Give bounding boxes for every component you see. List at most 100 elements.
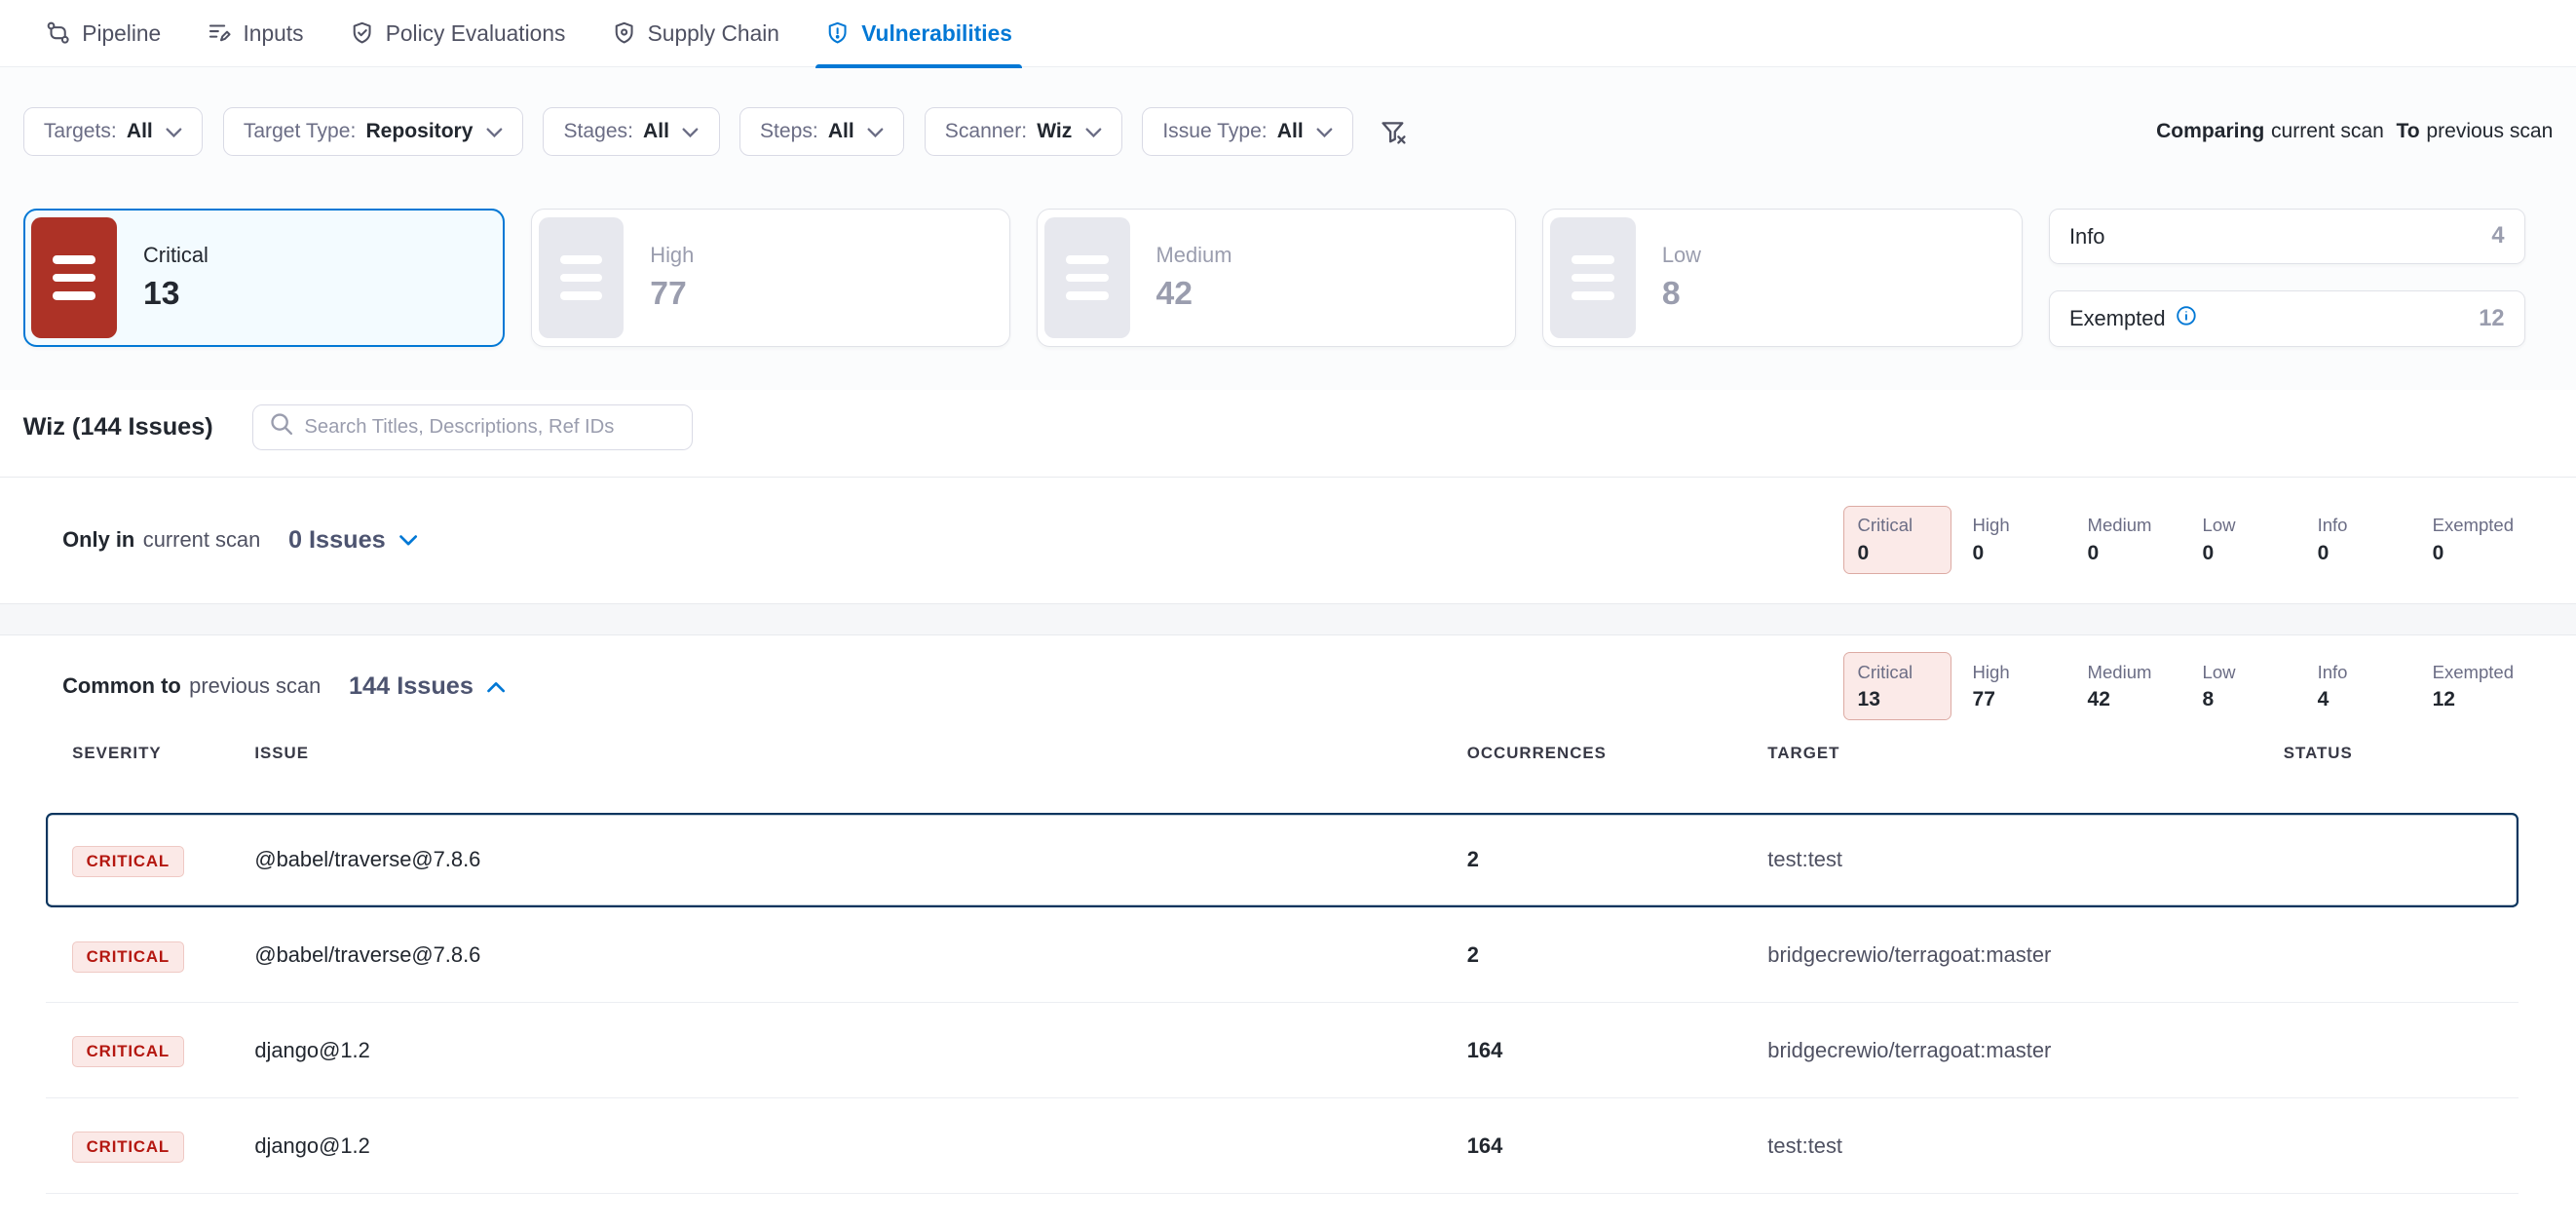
group-prefix: Common to bbox=[62, 673, 181, 699]
tab-bar: Pipeline Inputs Policy Evaluations Suppl… bbox=[0, 0, 2576, 67]
chevron-up-icon bbox=[486, 673, 506, 699]
group-rest: previous scan bbox=[189, 673, 321, 699]
side-cards: Info 4 Exempted 12 bbox=[2049, 209, 2525, 347]
chip-critical: Critical 13 bbox=[1843, 652, 1951, 720]
tab-vulnerabilities[interactable]: Vulnerabilities bbox=[803, 0, 1036, 66]
severity-card-label: Critical bbox=[143, 243, 208, 268]
severity-card-medium[interactable]: Medium 42 bbox=[1037, 209, 1516, 347]
section-title: Wiz (144 Issues) bbox=[23, 413, 213, 441]
chip-high: High 0 bbox=[1958, 506, 2066, 574]
filter-row: Targets: All Target Type: Repository Sta… bbox=[0, 107, 2576, 157]
scan-comparison-area: Only in current scan 0 Issues Critical 0… bbox=[0, 477, 2576, 1228]
exempted-card-count: 12 bbox=[2479, 306, 2504, 332]
occurrences-cell: 2 bbox=[1467, 942, 1768, 968]
search-box bbox=[252, 404, 693, 450]
stages-filter[interactable]: Stages: All bbox=[543, 107, 719, 157]
group-rest: current scan bbox=[143, 527, 261, 553]
inputs-icon bbox=[207, 20, 231, 45]
tab-label: Supply Chain bbox=[648, 20, 779, 47]
severity-cards-row: Critical 13 High 77 Medium 42 bbox=[0, 209, 2576, 389]
target-cell: bridgecrewio/terragoat:master bbox=[1767, 1038, 2283, 1063]
chevron-down-icon bbox=[163, 120, 182, 143]
severity-card-label: Medium bbox=[1156, 243, 1232, 268]
chip-exempted: Exempted 0 bbox=[2418, 506, 2526, 574]
severity-badge: CRITICAL bbox=[72, 1132, 183, 1163]
tab-supply-chain[interactable]: Supply Chain bbox=[588, 0, 803, 66]
col-severity: SEVERITY bbox=[72, 744, 254, 763]
chevron-down-icon bbox=[398, 527, 418, 553]
severity-card-low[interactable]: Low 8 bbox=[1542, 209, 2022, 347]
medium-list-icon bbox=[1044, 217, 1130, 339]
table-header-row: SEVERITY ISSUE OCCURRENCES TARGET STATUS bbox=[46, 737, 2519, 792]
col-target: TARGET bbox=[1767, 744, 2283, 763]
group-prefix: Only in bbox=[62, 527, 134, 553]
supply-chain-icon bbox=[612, 20, 636, 45]
severity-card-high[interactable]: High 77 bbox=[531, 209, 1010, 347]
table-body: CRITICAL @babel/traverse@7.8.6 2 test:te… bbox=[46, 813, 2519, 1194]
policy-evaluations-icon bbox=[350, 20, 374, 45]
search-icon bbox=[270, 412, 293, 442]
info-card[interactable]: Info 4 bbox=[2049, 209, 2525, 264]
info-icon bbox=[2176, 305, 2197, 332]
exempted-card[interactable]: Exempted 12 bbox=[2049, 290, 2525, 346]
issue-cell: django@1.2 bbox=[254, 1038, 1466, 1063]
comparing-text: Comparingcurrent scan Toprevious scan bbox=[2156, 120, 2553, 143]
table-row[interactable]: CRITICAL django@1.2 164 test:test bbox=[46, 1098, 2519, 1194]
severity-chips: Critical 13 High 77 Medium 42 Low 8 bbox=[1843, 652, 2526, 720]
target-cell: test:test bbox=[1767, 847, 2283, 872]
severity-badge: CRITICAL bbox=[72, 846, 183, 877]
target-cell: test:test bbox=[1767, 1133, 2283, 1159]
issues-table: SEVERITY ISSUE OCCURRENCES TARGET STATUS… bbox=[46, 737, 2519, 1194]
search-input[interactable] bbox=[304, 416, 675, 439]
severity-badge: CRITICAL bbox=[72, 941, 183, 973]
severity-card-count: 13 bbox=[143, 275, 208, 313]
tab-policy-evaluations[interactable]: Policy Evaluations bbox=[326, 0, 588, 66]
chip-info: Info 4 bbox=[2303, 652, 2411, 720]
issue-cell: @babel/traverse@7.8.6 bbox=[254, 847, 1466, 872]
chevron-down-icon bbox=[483, 120, 503, 143]
info-card-count: 4 bbox=[2491, 223, 2504, 249]
table-row[interactable]: CRITICAL @babel/traverse@7.8.6 2 test:te… bbox=[46, 813, 2519, 908]
severity-card-label: High bbox=[650, 243, 694, 268]
tab-label: Vulnerabilities bbox=[861, 20, 1012, 47]
steps-filter[interactable]: Steps: All bbox=[739, 107, 905, 157]
severity-badge: CRITICAL bbox=[72, 1036, 183, 1067]
col-issue: ISSUE bbox=[254, 744, 1466, 763]
severity-card-label: Low bbox=[1662, 243, 1701, 268]
col-occurrences: OCCURRENCES bbox=[1467, 744, 1768, 763]
chip-low: Low 0 bbox=[2188, 506, 2296, 574]
tab-label: Inputs bbox=[243, 20, 303, 47]
severity-card-count: 77 bbox=[650, 275, 694, 313]
wiz-header-row: Wiz (144 Issues) bbox=[0, 403, 2576, 452]
table-row[interactable]: CRITICAL django@1.2 164 bridgecrewio/ter… bbox=[46, 1003, 2519, 1098]
tab-pipeline[interactable]: Pipeline bbox=[23, 0, 184, 66]
pipeline-icon bbox=[46, 20, 70, 45]
scanner-filter[interactable]: Scanner: Wiz bbox=[925, 107, 1122, 157]
group-header: Only in current scan 0 Issues Critical 0… bbox=[0, 478, 2576, 602]
chevron-down-icon bbox=[864, 120, 884, 143]
chip-high: High 77 bbox=[1958, 652, 2066, 720]
target-type-filter[interactable]: Target Type: Repository bbox=[223, 107, 523, 157]
high-list-icon bbox=[539, 217, 625, 339]
chip-medium: Medium 0 bbox=[2073, 506, 2181, 574]
issue-cell: @babel/traverse@7.8.6 bbox=[254, 942, 1466, 968]
occurrences-cell: 164 bbox=[1467, 1038, 1768, 1063]
exempted-card-label: Exempted bbox=[2069, 306, 2166, 331]
table-row[interactable]: CRITICAL @babel/traverse@7.8.6 2 bridgec… bbox=[46, 908, 2519, 1004]
targets-filter[interactable]: Targets: All bbox=[23, 107, 204, 157]
tab-label: Policy Evaluations bbox=[386, 20, 566, 47]
occurrences-cell: 164 bbox=[1467, 1133, 1768, 1159]
tab-inputs[interactable]: Inputs bbox=[184, 0, 326, 66]
severity-chips: Critical 0 High 0 Medium 0 Low 0 bbox=[1843, 506, 2526, 574]
clear-filters-icon[interactable] bbox=[1373, 111, 1414, 152]
info-card-label: Info bbox=[2069, 224, 2105, 249]
occurrences-cell: 2 bbox=[1467, 847, 1768, 872]
only-in-current-issues-toggle[interactable]: 0 Issues bbox=[288, 526, 419, 555]
target-cell: bridgecrewio/terragoat:master bbox=[1767, 942, 2283, 968]
chip-info: Info 0 bbox=[2303, 506, 2411, 574]
chevron-down-icon bbox=[1081, 120, 1101, 143]
severity-card-critical[interactable]: Critical 13 bbox=[23, 209, 505, 347]
common-to-previous-issues-toggle[interactable]: 144 Issues bbox=[349, 672, 507, 701]
issue-type-filter[interactable]: Issue Type: All bbox=[1142, 107, 1353, 157]
chevron-down-icon bbox=[679, 120, 699, 143]
